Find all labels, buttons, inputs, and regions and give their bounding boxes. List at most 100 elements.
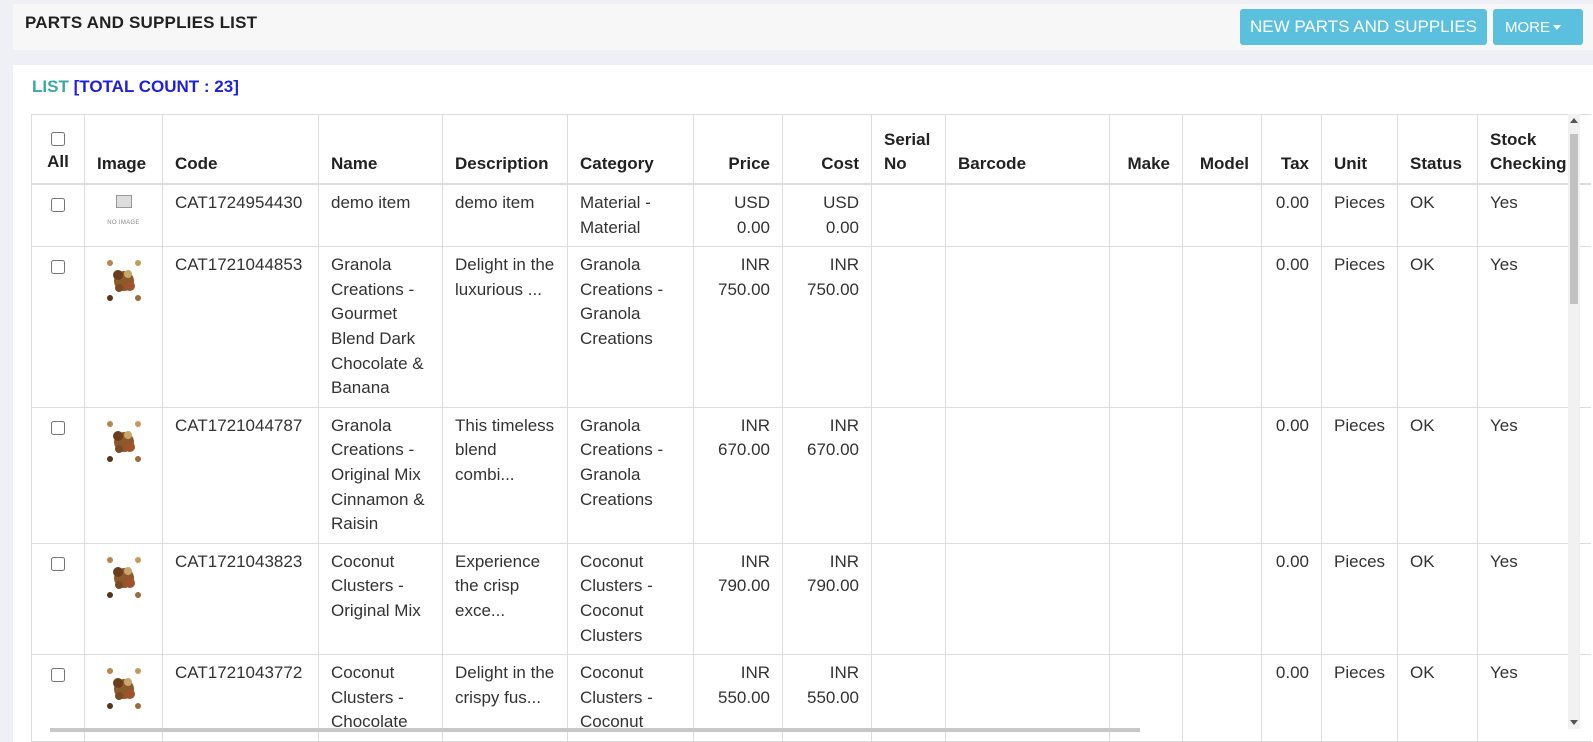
more-dropdown-button[interactable]: MORE <box>1493 9 1583 45</box>
cell-model <box>1182 183 1262 248</box>
parts-table: All Image Code Name Description Category… <box>31 114 1591 742</box>
cell-unit: Pieces <box>1321 542 1398 656</box>
cell-cost: INR 790.00 <box>782 542 872 656</box>
row-checkbox[interactable] <box>51 420 65 435</box>
caret-down-icon <box>1553 25 1561 31</box>
cell-barcode <box>945 542 1110 656</box>
cell-code: CAT1724954430 <box>162 183 319 248</box>
horizontal-scrollbar-thumb[interactable] <box>50 728 1140 732</box>
no-image-placeholder-icon: NO IMAGE <box>107 195 141 229</box>
product-thumbnail[interactable] <box>101 663 147 713</box>
cell-name[interactable]: Coconut Clusters - Original Mix <box>318 542 443 656</box>
cell-tax: 0.00 <box>1261 654 1322 742</box>
cell-name[interactable]: demo item <box>318 183 443 248</box>
cell-status: OK <box>1397 406 1478 544</box>
cell-price: INR 750.00 <box>693 246 783 408</box>
page-header: PARTS AND SUPPLIES LIST NEW PARTS AND SU… <box>13 4 1593 50</box>
vertical-scrollbar[interactable] <box>1568 114 1580 729</box>
cell-model <box>1182 246 1262 408</box>
header-unit[interactable]: Unit <box>1321 114 1398 185</box>
table-row[interactable]: CAT1721043823 Coconut Clusters - Origina… <box>31 542 1591 656</box>
cell-status: OK <box>1397 654 1478 742</box>
cell-model <box>1182 542 1262 656</box>
header-image: Image <box>84 114 163 185</box>
header-select-all: All <box>31 114 85 185</box>
no-image-text: NO IMAGE <box>107 220 140 226</box>
cell-description: This timeless blend combi... <box>442 406 568 544</box>
cell-cost: INR 670.00 <box>782 406 872 544</box>
scroll-down-arrow-icon[interactable] <box>1570 720 1578 725</box>
header-tax[interactable]: Tax <box>1261 114 1322 185</box>
cell-name[interactable]: Granola Creations - Gourmet Blend Dark C… <box>318 246 443 408</box>
cell-price: USD 0.00 <box>693 183 783 248</box>
header-all-label: All <box>47 152 69 172</box>
header-barcode[interactable]: Barcode <box>945 114 1110 185</box>
cell-cost: INR 750.00 <box>782 246 872 408</box>
cell-model <box>1182 654 1262 742</box>
header-make[interactable]: Make <box>1109 114 1183 185</box>
row-image-cell <box>84 406 163 544</box>
row-select-cell <box>31 183 85 248</box>
product-photo-icon <box>106 556 141 598</box>
row-checkbox[interactable] <box>51 668 65 683</box>
new-parts-and-supplies-button[interactable]: NEW PARTS AND SUPPLIES <box>1240 9 1487 45</box>
product-thumbnail[interactable] <box>101 416 147 466</box>
cell-serial-no <box>871 246 946 408</box>
header-code[interactable]: Code <box>162 114 319 185</box>
header-status[interactable]: Status <box>1397 114 1478 185</box>
cell-make <box>1109 246 1183 408</box>
select-all-checkbox[interactable] <box>51 132 65 147</box>
cell-name[interactable]: Granola Creations - Original Mix Cinnamo… <box>318 406 443 544</box>
cell-code: CAT1721044853 <box>162 246 319 408</box>
cell-serial-no <box>871 406 946 544</box>
row-checkbox[interactable] <box>51 556 65 571</box>
cell-cost: USD 0.00 <box>782 183 872 248</box>
scroll-up-arrow-icon[interactable] <box>1570 118 1578 123</box>
cell-serial-no <box>871 183 946 248</box>
header-cost[interactable]: Cost <box>782 114 872 185</box>
product-photo-icon <box>106 420 141 462</box>
table-row[interactable]: CAT1721044853 Granola Creations - Gourme… <box>31 246 1591 408</box>
cell-price: INR 670.00 <box>693 406 783 544</box>
row-image-cell <box>84 542 163 656</box>
header-model[interactable]: Model <box>1182 114 1262 185</box>
product-thumbnail[interactable] <box>101 552 147 602</box>
cell-tax: 0.00 <box>1261 406 1322 544</box>
header-category[interactable]: Category <box>567 114 694 185</box>
more-button-label: MORE <box>1505 18 1550 36</box>
header-name[interactable]: Name <box>318 114 443 185</box>
row-image-cell: NO IMAGE <box>84 183 163 248</box>
header-price[interactable]: Price <box>693 114 783 185</box>
list-heading: LIST [TOTAL COUNT : 23] <box>32 77 239 97</box>
cell-serial-no <box>871 542 946 656</box>
row-checkbox[interactable] <box>51 198 65 212</box>
table-row[interactable]: CAT1721044787 Granola Creations - Origin… <box>31 406 1591 544</box>
table-container: All Image Code Name Description Category… <box>31 114 1591 742</box>
cell-status: OK <box>1397 542 1478 656</box>
total-count: [TOTAL COUNT : 23] <box>73 77 239 96</box>
cell-make <box>1109 406 1183 544</box>
cell-make <box>1109 542 1183 656</box>
row-checkbox[interactable] <box>51 260 65 275</box>
cell-price: INR 790.00 <box>693 542 783 656</box>
cell-make <box>1109 183 1183 248</box>
table-header-row: All Image Code Name Description Category… <box>31 114 1591 185</box>
cell-description: Experience the crisp exce... <box>442 542 568 656</box>
cell-category: Granola Creations - Granola Creations <box>567 246 694 408</box>
cell-barcode <box>945 183 1110 248</box>
header-serial-no[interactable]: Serial No <box>871 114 946 185</box>
cell-unit: Pieces <box>1321 654 1398 742</box>
cell-description: demo item <box>442 183 568 248</box>
cell-category: Granola Creations - Granola Creations <box>567 406 694 544</box>
product-thumbnail[interactable] <box>101 255 147 305</box>
scrollbar-thumb[interactable] <box>1570 134 1578 304</box>
cell-status: OK <box>1397 183 1478 248</box>
cell-tax: 0.00 <box>1261 246 1322 408</box>
cell-code: CAT1721044787 <box>162 406 319 544</box>
product-photo-icon <box>106 260 141 302</box>
page-title: PARTS AND SUPPLIES LIST <box>25 13 258 32</box>
header-description[interactable]: Description <box>442 114 568 185</box>
row-select-cell <box>31 246 85 408</box>
table-row[interactable]: NO IMAGE CAT1724954430 demo item demo it… <box>31 183 1591 248</box>
cell-barcode <box>945 406 1110 544</box>
